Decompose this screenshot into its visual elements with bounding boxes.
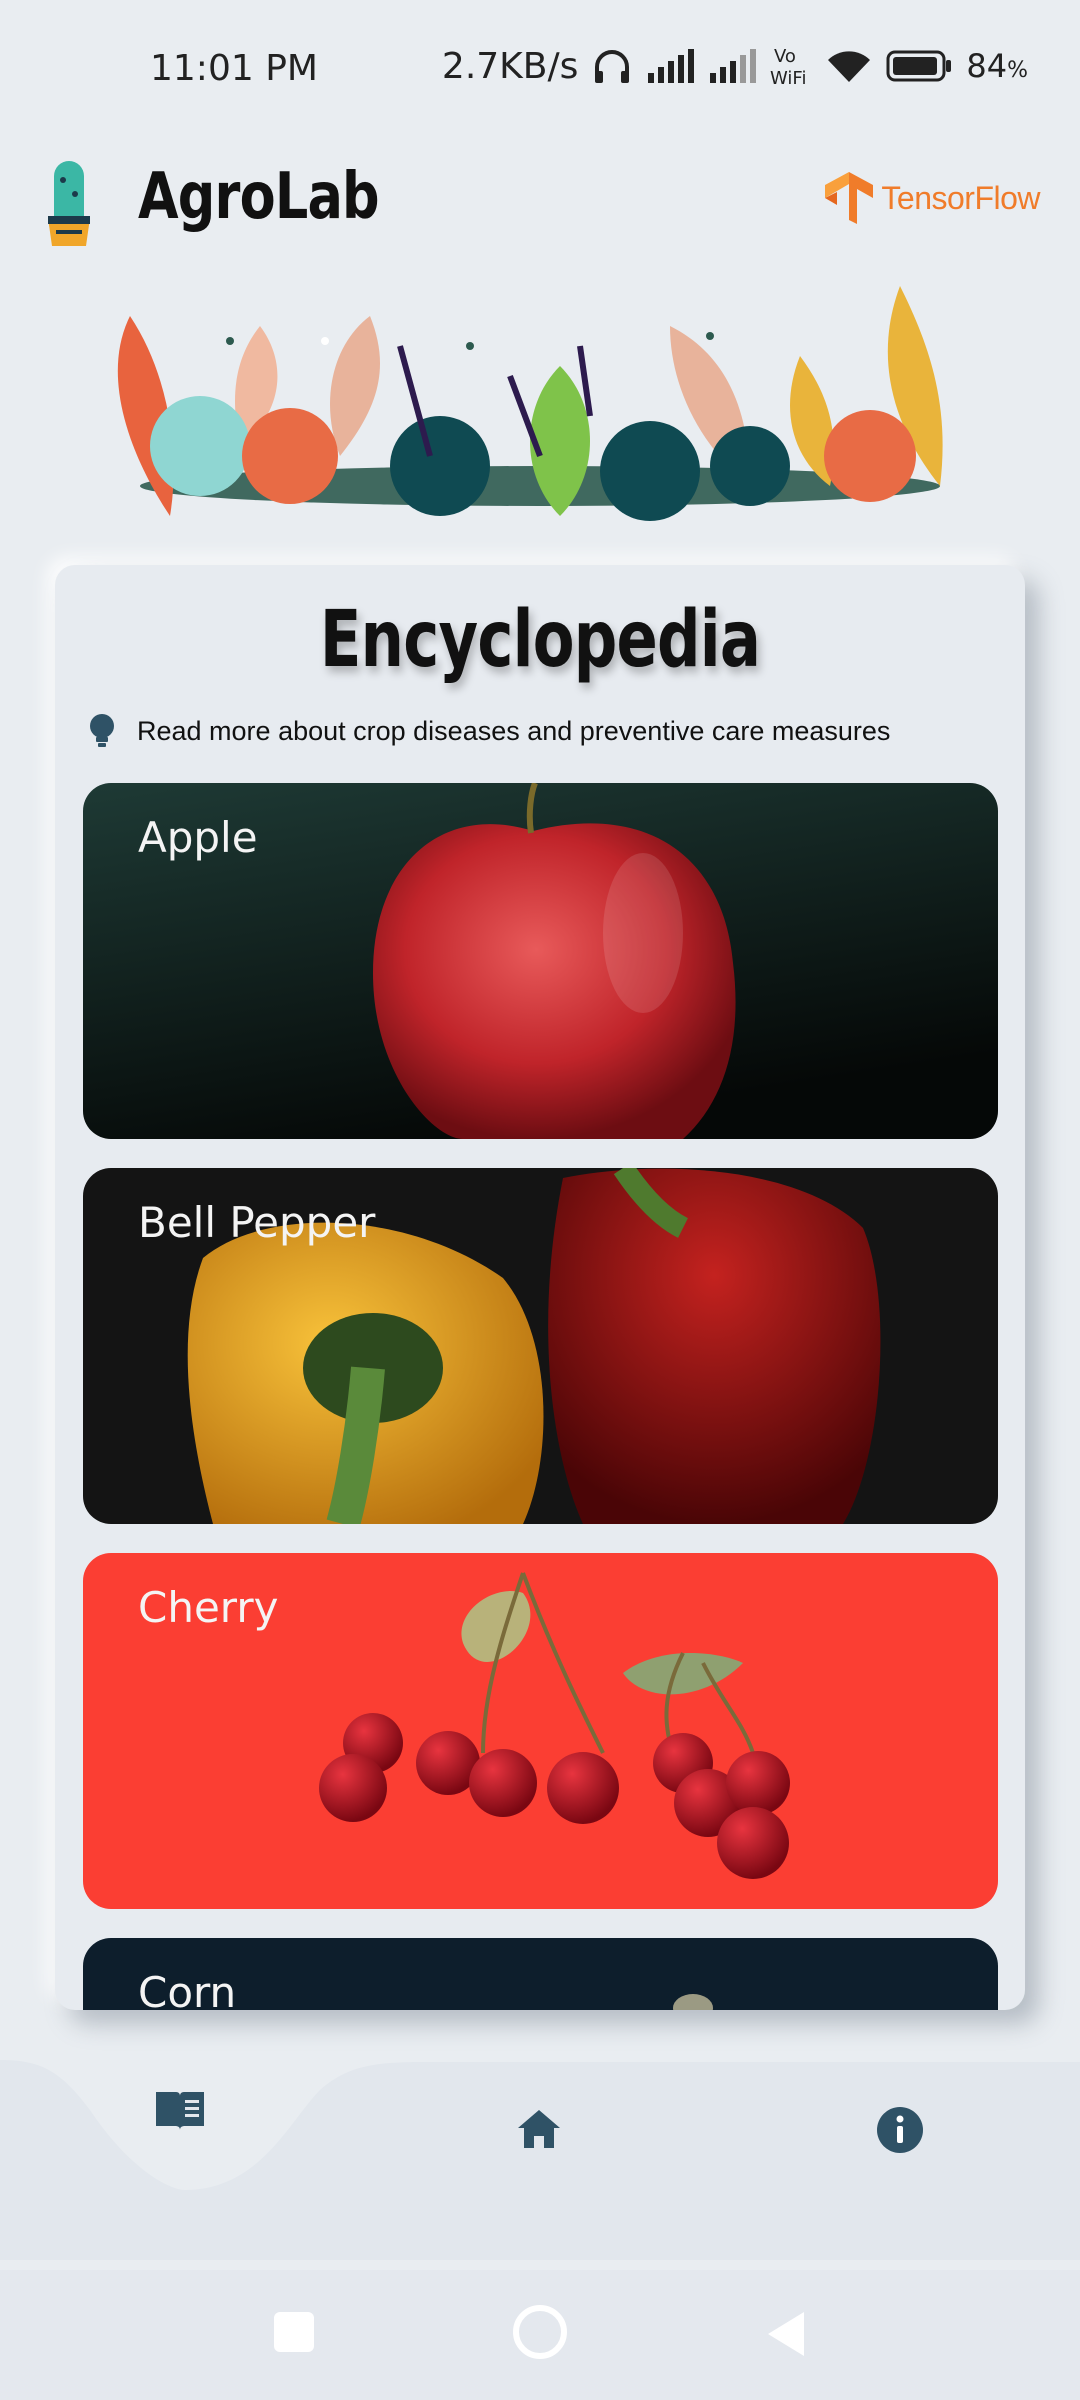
encyclopedia-subtitle-row: Read more about crop diseases and preven… [87,713,890,749]
system-home-button[interactable] [512,2304,568,2360]
bottom-navigation [0,2060,1080,2260]
cactus-logo-icon [48,161,90,246]
crop-label-bell-pepper: Bell Pepper [138,1198,376,1247]
book-icon[interactable] [152,2088,208,2132]
app-title: AgroLab [138,160,380,234]
info-icon[interactable] [876,2106,924,2154]
battery-icon [886,50,952,82]
lightbulb-icon [90,714,114,747]
crop-card-corn[interactable]: Corn [83,1938,998,2010]
headphones-icon [595,50,630,83]
crop-label-apple: Apple [138,813,258,862]
crop-label-cherry: Cherry [138,1583,279,1632]
crop-card-apple[interactable]: Apple [83,783,998,1139]
svg-text:WiFi: WiFi [770,68,806,88]
recents-button[interactable] [272,2310,316,2354]
encyclopedia-card: Encyclopedia Read more about crop diseas… [55,565,1025,2010]
signal-icon-2 [710,49,757,83]
status-icons: 2.7KB/s Vo WiFi 84% [441,44,1028,89]
leaves-banner-illustration [117,286,943,521]
encyclopedia-subtitle: Read more about crop diseases and preven… [137,715,891,746]
crop-card-bell-pepper[interactable]: Bell Pepper [83,1168,998,1524]
system-navigation-bar [0,2270,1080,2400]
wifi-icon [828,51,871,82]
tensorflow-logo: TensorFlow [823,170,1040,226]
home-icon[interactable] [516,2108,562,2150]
svg-text:Vo: Vo [774,46,796,67]
signal-icon [648,49,695,83]
battery-percent: 84% [966,47,1028,85]
crop-label-corn: Corn [138,1968,237,2010]
status-time: 11:01 PM [150,48,318,89]
back-button[interactable] [764,2310,808,2358]
app-header: AgroLab TensorFlow [0,150,1080,260]
vowifi-icon: Vo WiFi [770,46,806,88]
encyclopedia-title: Encyclopedia [319,595,761,685]
tensorflow-icon [825,172,874,224]
network-speed: 2.7KB/s [441,45,579,87]
status-bar: 11:01 PM 2.7KB/s Vo WiFi 84% [0,0,1080,140]
tensorflow-label: TensorFlow [881,179,1040,216]
crop-card-cherry[interactable]: Cherry [83,1553,998,1909]
